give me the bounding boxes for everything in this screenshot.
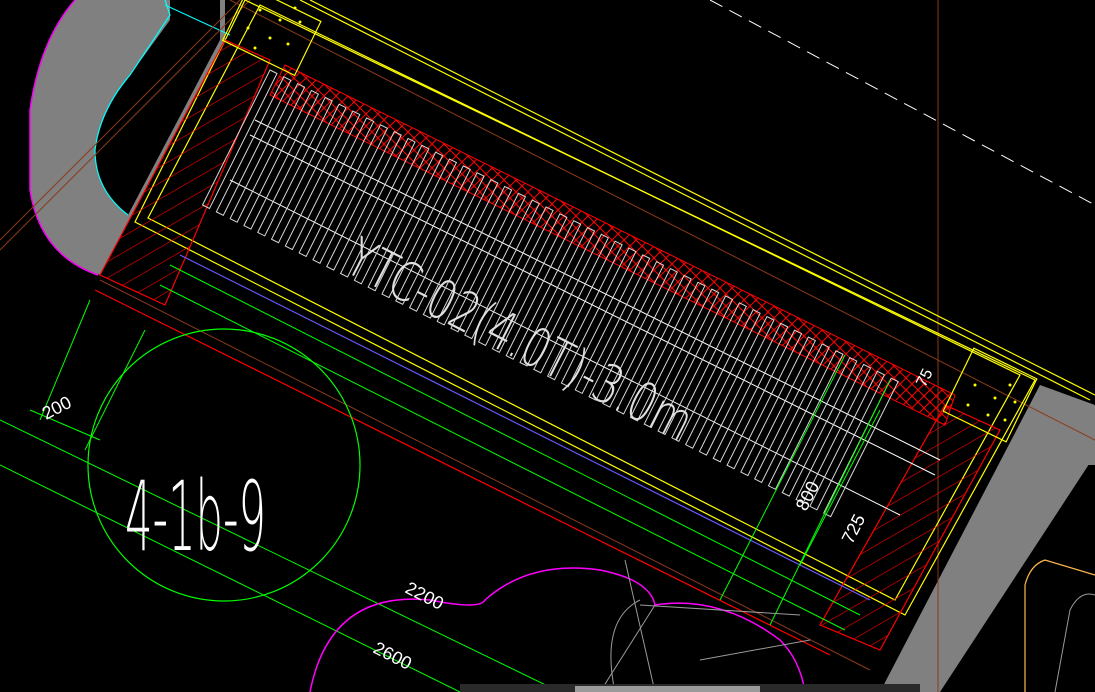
gray-curb-right-edge [1082, 405, 1095, 465]
grating-slat [712, 322, 789, 463]
grating-slat [698, 315, 775, 456]
dim-200-label: 200 [39, 392, 75, 423]
cad-drawing-canvas[interactable]: YTC-02(4.0T)-3.0m 4-1b-9 200 2200 2600 8… [0, 0, 1095, 692]
grating-slat [684, 309, 761, 449]
bottom-status-strip-light [575, 686, 760, 692]
orange-outline-bottom-right [1024, 559, 1095, 692]
dim-800-label: 800 [792, 478, 823, 514]
dim-2600-label: 2600 [370, 638, 415, 674]
grating-slat [781, 356, 858, 497]
gray-outline-bottom-right [1054, 593, 1095, 692]
dim-725-label: 725 [838, 511, 869, 547]
magenta-arc-bottom [309, 567, 806, 692]
grating-slat [740, 336, 817, 477]
dim-2200-label: 2200 [402, 578, 447, 614]
dashed-boundary-line [709, 0, 1095, 206]
grating-slat [767, 350, 844, 490]
grating-slat [754, 343, 830, 484]
grating-slat [726, 329, 803, 470]
grating-slats [201, 69, 899, 518]
zone-label: 4-1b-9 [125, 461, 266, 573]
